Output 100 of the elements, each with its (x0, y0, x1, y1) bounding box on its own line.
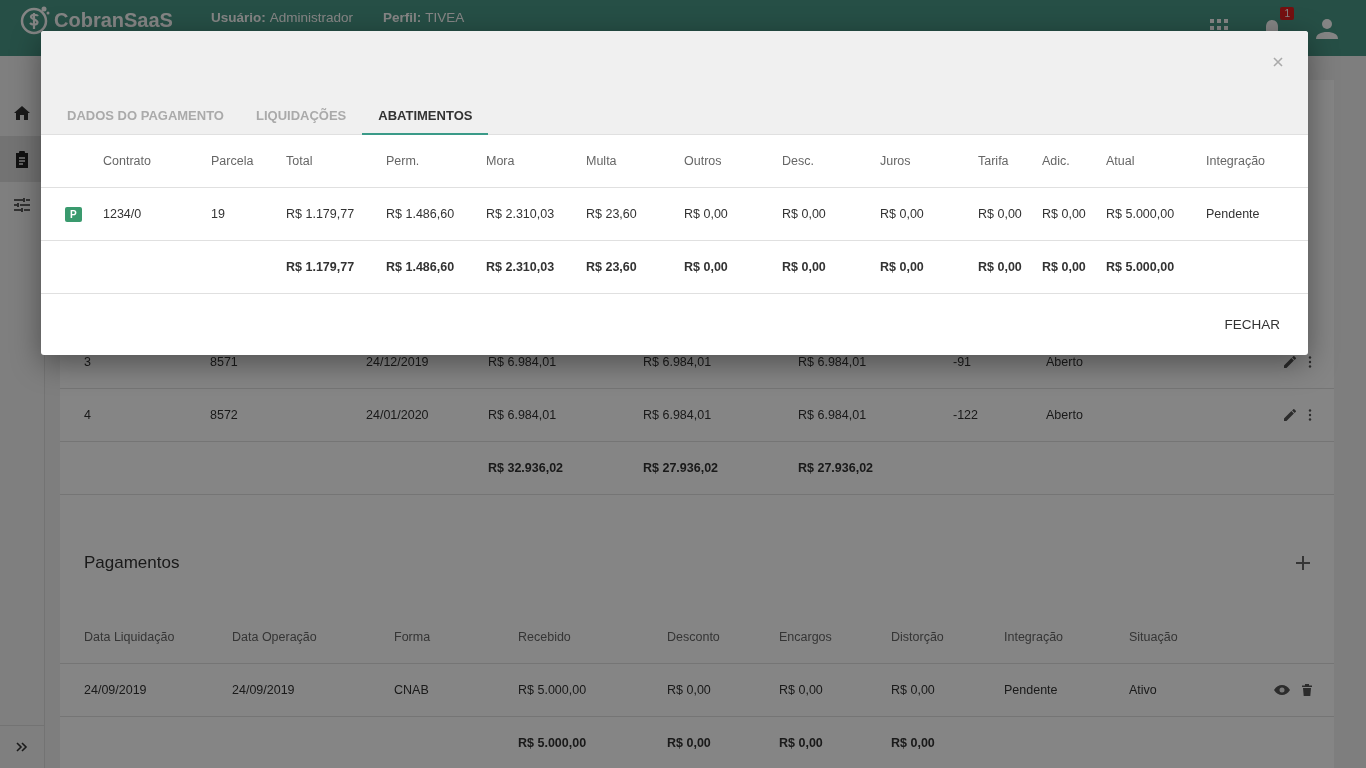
column-header: Tarifa (978, 154, 1010, 168)
total-cell-text: R$ 0,00 (684, 260, 729, 274)
plus-icon[interactable] (1296, 556, 1310, 570)
column-header: Total (286, 154, 314, 168)
table-cell-text: R$ 1.179,77 (286, 207, 356, 221)
table-cell-text: R$ 0,00 (978, 207, 1023, 221)
column-header: Contrato (103, 154, 152, 168)
column-header: Juros (880, 154, 912, 168)
total-cell-text: R$ 0,00 (782, 260, 827, 274)
table-cell-text: R$ 6.984,01 (798, 408, 868, 422)
trash-icon[interactable] (1302, 684, 1312, 696)
total-cell-text: R$ 27.936,02 (643, 461, 720, 475)
table-cell-text: -122 (953, 408, 980, 422)
table-cell-text: R$ 6.984,01 (488, 355, 558, 369)
total-cell-text: R$ 32.936,02 (488, 461, 565, 475)
app-logo: CobranSaaS (54, 8, 173, 32)
table-cell-text: R$ 6.984,01 (643, 408, 713, 422)
total-cell-text: R$ 5.000,00 (518, 736, 588, 750)
table-cell-text: R$ 5.000,00 (1106, 207, 1176, 221)
total-cell-text: R$ 0,00 (880, 260, 925, 274)
column-header: Integração (1004, 630, 1065, 644)
table-cell-text: 4 (84, 408, 92, 422)
table-cell-text: CNAB (394, 683, 430, 697)
column-header: Recebido (518, 630, 572, 644)
total-cell-text: R$ 5.000,00 (1106, 260, 1176, 274)
table-cell-text: R$ 2.310,03 (486, 207, 556, 221)
table-cell-text: Aberto (1046, 408, 1084, 422)
table-cell-text: R$ 0,00 (880, 207, 925, 221)
column-header: Parcela (211, 154, 255, 168)
column-header: Situação (1129, 630, 1179, 644)
column-header: Forma (394, 630, 432, 644)
total-cell-text: R$ 0,00 (1042, 260, 1087, 274)
table-cell-text: R$ 1.486,60 (386, 207, 456, 221)
column-header: Desc. (782, 154, 815, 168)
table-cell-text: R$ 23,60 (586, 207, 638, 221)
table-cell-text: R$ 0,00 (779, 683, 824, 697)
total-cell-text: R$ 1.486,60 (386, 260, 456, 274)
column-header: Encargos (779, 630, 833, 644)
column-header: Integração (1206, 154, 1267, 168)
eye-icon[interactable] (1274, 685, 1290, 695)
table-cell-text: 8572 (210, 408, 239, 422)
total-cell-text: R$ 0,00 (779, 736, 824, 750)
column-header: Adic. (1042, 154, 1071, 168)
table-cell-text: Ativo (1129, 683, 1158, 697)
profile-name: TIVEA (425, 10, 465, 25)
status-badge: P (65, 206, 82, 222)
table-cell-text: 24/01/2020 (366, 408, 430, 422)
total-cell-text: R$ 0,00 (667, 736, 712, 750)
column-header: Desconto (667, 630, 721, 644)
more-vertical-icon[interactable] (1308, 409, 1312, 421)
column-header: Outros (684, 154, 723, 168)
section-title: Pagamentos (84, 553, 180, 573)
expand-chevrons-icon[interactable] (16, 742, 28, 752)
table-cell-text: Pendente (1206, 207, 1261, 221)
person-icon[interactable] (1316, 19, 1338, 39)
table-cell-text: R$ 0,00 (684, 207, 729, 221)
table-cell-text: 3 (84, 355, 92, 369)
table-cell-text: R$ 0,00 (1042, 207, 1087, 221)
more-vertical-icon[interactable] (1308, 356, 1312, 368)
table-cell-text: R$ 6.984,01 (643, 355, 713, 369)
column-header: Atual (1106, 154, 1136, 168)
table-cell-text: 8571 (210, 355, 239, 369)
column-header: Data Operação (232, 630, 318, 644)
sidebar-item[interactable] (0, 136, 44, 182)
table-cell-text: R$ 6.984,01 (488, 408, 558, 422)
total-cell-text: R$ 27.936,02 (798, 461, 875, 475)
total-cell-text: R$ 0,00 (978, 260, 1023, 274)
table-cell-text: -91 (953, 355, 973, 369)
notification-badge: 1 (1280, 7, 1294, 20)
total-cell-text: R$ 1.179,77 (286, 260, 356, 274)
dollar-coin-icon (20, 5, 50, 35)
table-cell-text: R$ 0,00 (782, 207, 827, 221)
table-cell-text: R$ 0,00 (667, 683, 712, 697)
table-cell-text: Aberto (1046, 355, 1084, 369)
total-cell-text: R$ 0,00 (891, 736, 936, 750)
tab[interactable]: ABATIMENTOS (362, 97, 489, 135)
clipboard-icon (15, 150, 29, 168)
close-button[interactable]: FECHAR (1212, 309, 1292, 340)
table-cell-text: 24/12/2019 (366, 355, 430, 369)
table-cell-text: 19 (211, 207, 226, 221)
column-header: Data Liquidação (84, 630, 176, 644)
home-icon (14, 106, 30, 120)
table-cell-text: R$ 6.984,01 (798, 355, 868, 369)
total-cell-text: R$ 2.310,03 (486, 260, 556, 274)
user-label: Usuário: (210, 10, 266, 25)
column-header: Mora (486, 154, 516, 168)
sliders-icon (14, 197, 30, 213)
column-header: Distorção (891, 630, 945, 644)
table-cell-text: Pendente (1004, 683, 1059, 697)
table-cell-text: 24/09/2019 (232, 683, 296, 697)
pencil-icon[interactable] (1284, 356, 1296, 368)
pencil-icon[interactable] (1284, 409, 1296, 421)
table-cell-text: 1234/0 (103, 207, 143, 221)
table-cell-text: 24/09/2019 (84, 683, 148, 697)
column-header: Multa (586, 154, 618, 168)
profile-label: Perfil: (383, 10, 422, 25)
table-cell-text: R$ 0,00 (891, 683, 936, 697)
user-name: Administrador (269, 10, 353, 25)
total-cell-text: R$ 23,60 (586, 260, 638, 274)
table-cell-text: R$ 5.000,00 (518, 683, 588, 697)
